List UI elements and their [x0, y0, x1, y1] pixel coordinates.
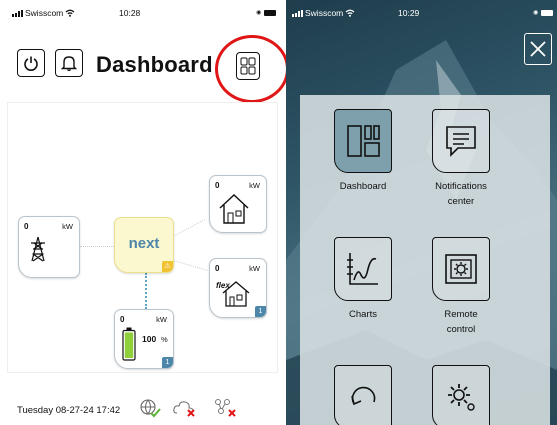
house-tile[interactable]: 0 kW [209, 175, 267, 233]
flex-value: 0 [215, 264, 220, 273]
notifications-button[interactable] [55, 49, 83, 77]
highlight-circle [215, 35, 289, 103]
battery-tile[interactable]: 0 kW 100 % 1 [114, 309, 174, 369]
menu-item-remote-control[interactable]: Remote control [421, 237, 501, 337]
power-pylon-icon [31, 236, 45, 262]
warning-badge: ⚠ [162, 261, 173, 272]
battery-percent: 100 [142, 334, 157, 344]
energy-flow-diagram: 0 kW next ⚠ 0 kW 0 kW flex 1 0 kW 100 % … [7, 102, 278, 373]
battery-unit: kW [156, 315, 167, 324]
remote-control-icon [445, 254, 477, 284]
notifications-icon-box [432, 109, 490, 173]
carrier: Swisscom [12, 8, 75, 18]
menu-label-charts: Charts [349, 309, 377, 320]
charts-icon-box [334, 237, 392, 301]
flow-line-flex [172, 260, 208, 271]
carrier-name-right: Swisscom [305, 8, 344, 18]
house-unit: kW [249, 181, 260, 190]
notifications-icon [446, 126, 476, 157]
battery-icon [264, 9, 277, 16]
network-error-icon [215, 399, 236, 417]
house-icon [219, 194, 249, 224]
close-menu-button[interactable] [524, 33, 552, 65]
flex-tile[interactable]: 0 kW flex 1 [209, 258, 267, 318]
power-icon [24, 56, 38, 71]
flex-count-badge: 1 [255, 306, 266, 317]
flow-line-battery [145, 273, 147, 309]
battery-indicator: ◉ [256, 9, 277, 16]
menu-screen: Swisscom 10:29 ◉ Dashboard Notifications… [286, 0, 557, 425]
battery-value: 0 [120, 315, 125, 324]
dashboard-screen: Swisscom 10:28 ◉ Dashboard 0 kW next ⚠ 0… [0, 0, 289, 425]
dashboard-icon-box [334, 109, 392, 173]
signal-icon [12, 9, 23, 17]
clock-right: 10:29 [398, 8, 420, 18]
menu-item-refresh[interactable] [323, 365, 403, 425]
remote-control-icon-box [432, 237, 490, 301]
clock: 10:28 [119, 8, 141, 18]
carrier-name: Swisscom [25, 8, 64, 18]
menu-label-notifications: Notifications center [435, 181, 487, 207]
status-bar-right: Swisscom 10:29 ◉ [286, 0, 557, 24]
flow-line-grid [80, 246, 114, 247]
flex-house-icon [222, 281, 250, 307]
datetime-label: Tuesday 08-27-24 17:42 [17, 405, 121, 416]
battery-percent-unit: % [161, 335, 168, 344]
grid-value: 0 [24, 222, 29, 231]
next-logo: next [128, 235, 160, 252]
carrier-right: Swisscom [292, 8, 355, 18]
dashboard-icon [347, 125, 380, 157]
cloud-error-icon [173, 401, 195, 417]
wifi-icon [65, 9, 75, 17]
flow-line-house [172, 219, 206, 237]
charts-icon [347, 253, 378, 285]
menu-label-dashboard: Dashboard [339, 181, 387, 192]
battery-icon-right [541, 9, 554, 16]
power-button[interactable] [17, 49, 45, 77]
settings-icon [448, 384, 475, 411]
refresh-icon [351, 386, 376, 406]
globe-check-icon [140, 399, 161, 418]
house-value: 0 [215, 181, 220, 190]
menu-item-dashboard[interactable]: Dashboard [323, 109, 403, 195]
wifi-icon-right [345, 9, 355, 17]
battery-indicator-right: ◉ [533, 9, 554, 16]
bell-icon [61, 56, 77, 72]
navigation-menu: Dashboard Notifications center Charts Rem… [300, 95, 550, 425]
menu-item-charts[interactable]: Charts [323, 237, 403, 323]
refresh-icon-box [334, 365, 392, 425]
menu-item-settings[interactable] [421, 365, 501, 425]
menu-label-remote-control: Remote control [444, 309, 478, 335]
next-controller-tile[interactable]: next ⚠ [114, 217, 174, 273]
grid-tile[interactable]: 0 kW [18, 216, 80, 278]
status-bar: Swisscom 10:28 ◉ [0, 0, 286, 24]
battery-count-badge: 1 [162, 357, 173, 368]
settings-icon-box [432, 365, 490, 425]
battery-level-icon [122, 327, 136, 361]
menu-item-notifications-center[interactable]: Notifications center [421, 109, 501, 209]
grid-unit: kW [62, 222, 73, 231]
page-title: Dashboard [96, 52, 213, 77]
close-icon [530, 41, 546, 57]
signal-icon-right [292, 9, 303, 17]
flex-unit: kW [249, 264, 260, 273]
